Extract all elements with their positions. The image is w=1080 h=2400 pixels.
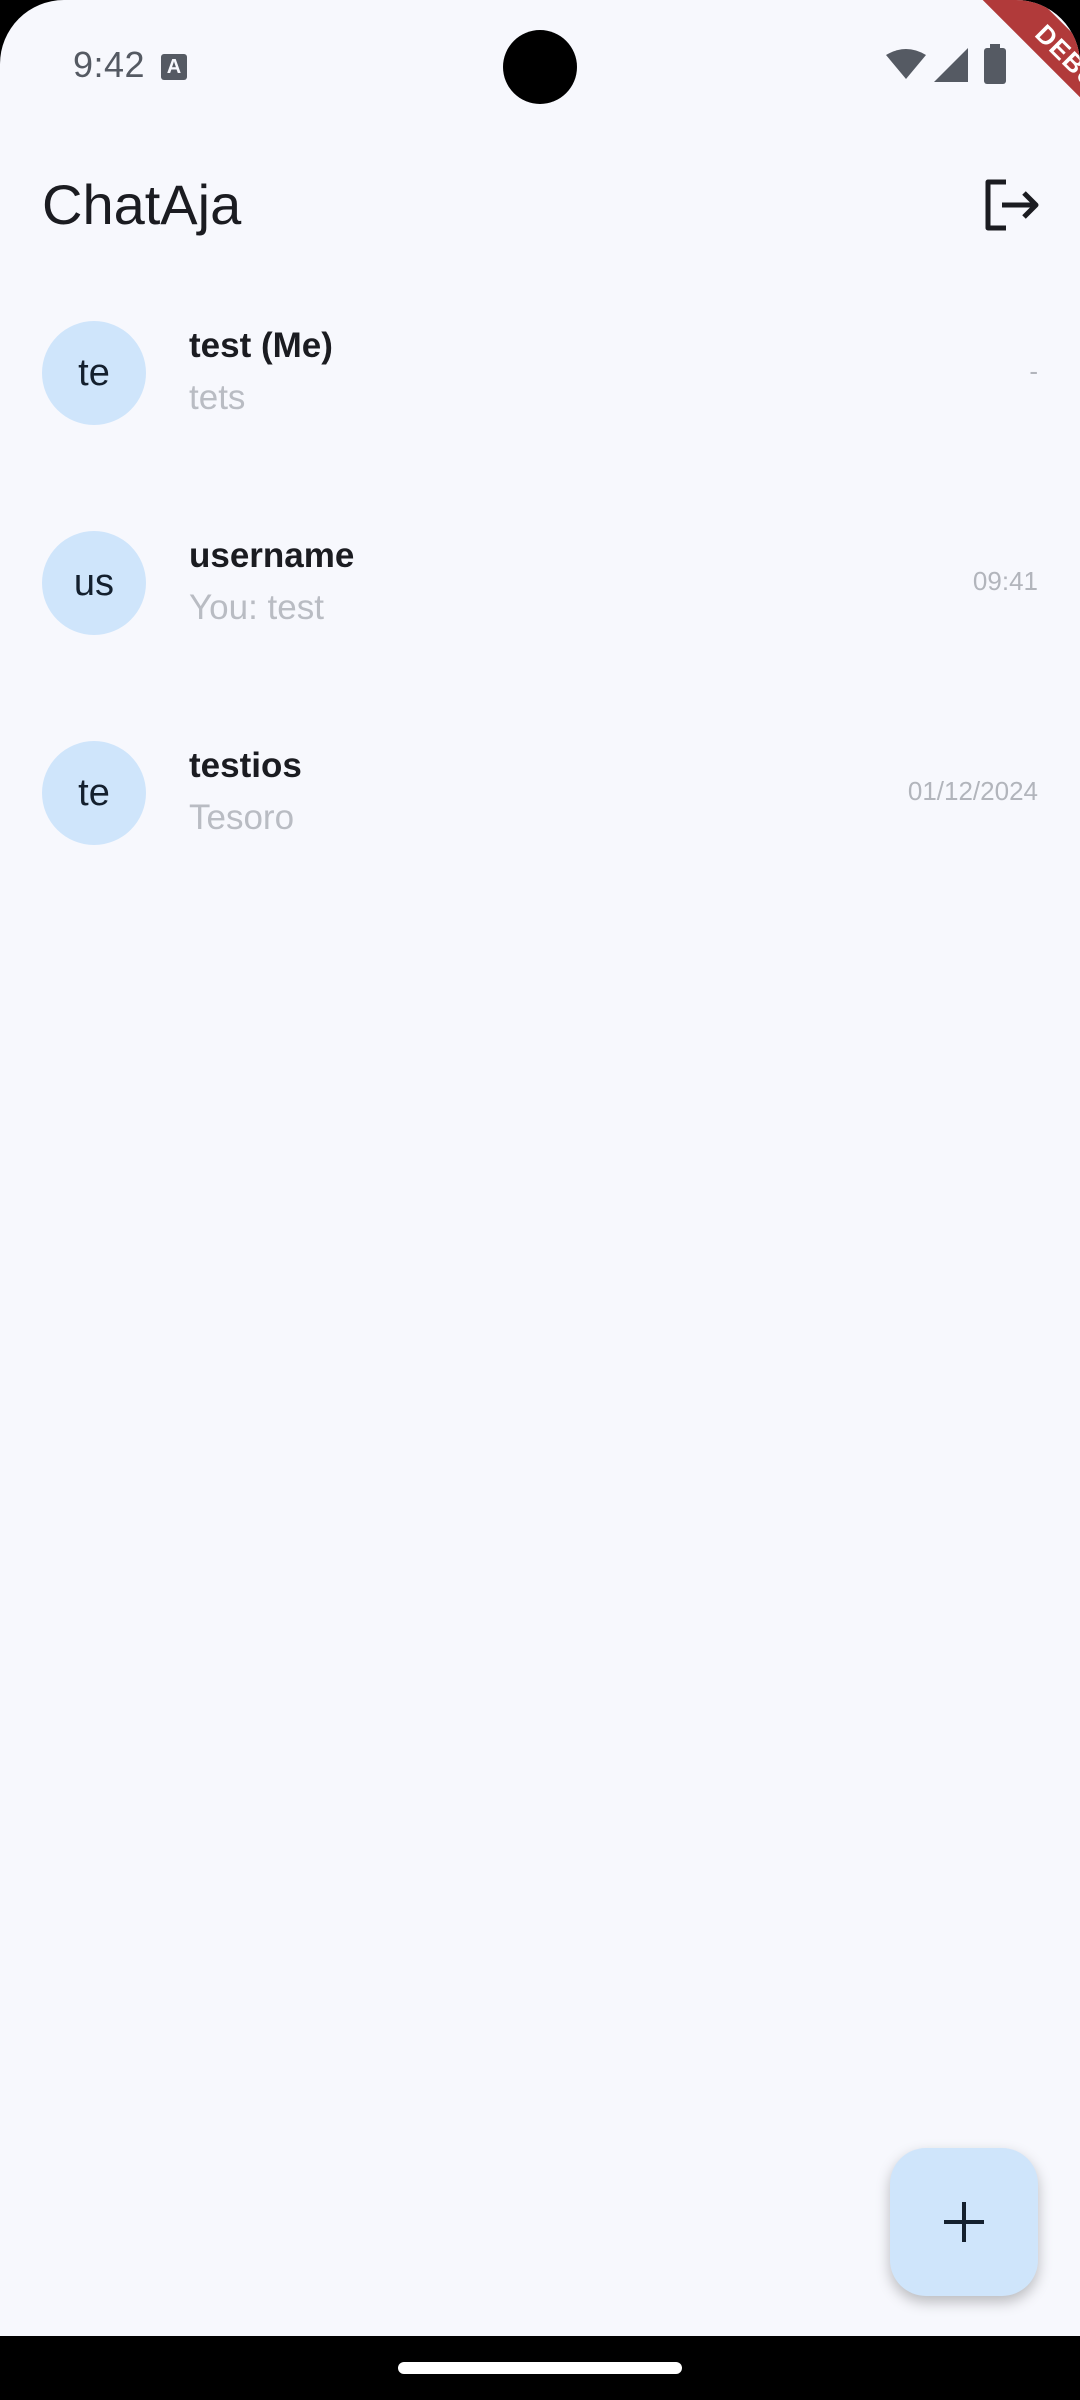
battery-icon [984, 44, 1006, 84]
chat-time: 09:41 [972, 566, 1038, 596]
app-screen: 9:42 A DEBUG ChatAja te test (Me) tets -… [0, 0, 1080, 2336]
status-time: 9:42 [73, 44, 146, 85]
chat-name: test (Me) [189, 326, 333, 365]
chat-list: te test (Me) tets - us username You: tes… [0, 300, 1080, 930]
chat-name: testios [189, 746, 302, 785]
home-gesture-handle[interactable] [398, 2362, 682, 2374]
camera-cutout [503, 30, 577, 104]
signal-icon [934, 48, 968, 82]
logout-icon [985, 179, 1039, 231]
logout-button[interactable] [976, 170, 1046, 240]
new-chat-fab[interactable] [890, 2148, 1038, 2296]
chat-preview: You: test [189, 588, 324, 627]
app-title: ChatAja [42, 173, 242, 236]
chat-list-item[interactable]: te test (Me) tets - [0, 300, 1080, 510]
avatar: us [42, 531, 146, 635]
chat-time: - [1029, 356, 1038, 386]
app-bar: ChatAja [0, 150, 1080, 260]
chat-list-item[interactable]: te testios Tesoro 01/12/2024 [0, 720, 1080, 930]
wifi-icon [886, 49, 926, 79]
notification-icon: A [161, 54, 187, 80]
chat-preview: tets [189, 378, 246, 417]
chat-name: username [189, 536, 355, 575]
chat-list-item[interactable]: us username You: test 09:41 [0, 510, 1080, 720]
avatar: te [42, 741, 146, 845]
status-bar: 9:42 A [0, 0, 1080, 130]
chat-preview: Tesoro [189, 798, 295, 837]
avatar: te [42, 321, 146, 425]
chat-time: 01/12/2024 [907, 776, 1038, 806]
